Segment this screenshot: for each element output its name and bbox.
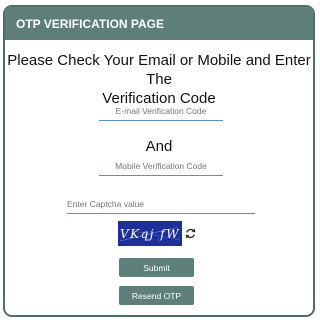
refresh-icon[interactable] — [184, 227, 197, 240]
submit-button[interactable]: Submit — [119, 258, 194, 277]
mobile-code-input[interactable] — [99, 157, 223, 176]
and-separator: And — [145, 138, 173, 155]
instruction-heading: Please Check Your Email or Mobile and En… — [5, 51, 313, 108]
captcha-image: VKqj fW — [118, 221, 182, 246]
page-title: OTP VERIFICATION PAGE — [5, 7, 313, 40]
email-code-input[interactable] — [99, 102, 223, 121]
captcha-input[interactable] — [67, 195, 255, 214]
instruction-line-1: Please Check Your Email or Mobile and En… — [7, 52, 311, 88]
resend-otp-button[interactable]: Resend OTP — [119, 286, 194, 305]
captcha-text: VKqj fW — [120, 227, 180, 241]
